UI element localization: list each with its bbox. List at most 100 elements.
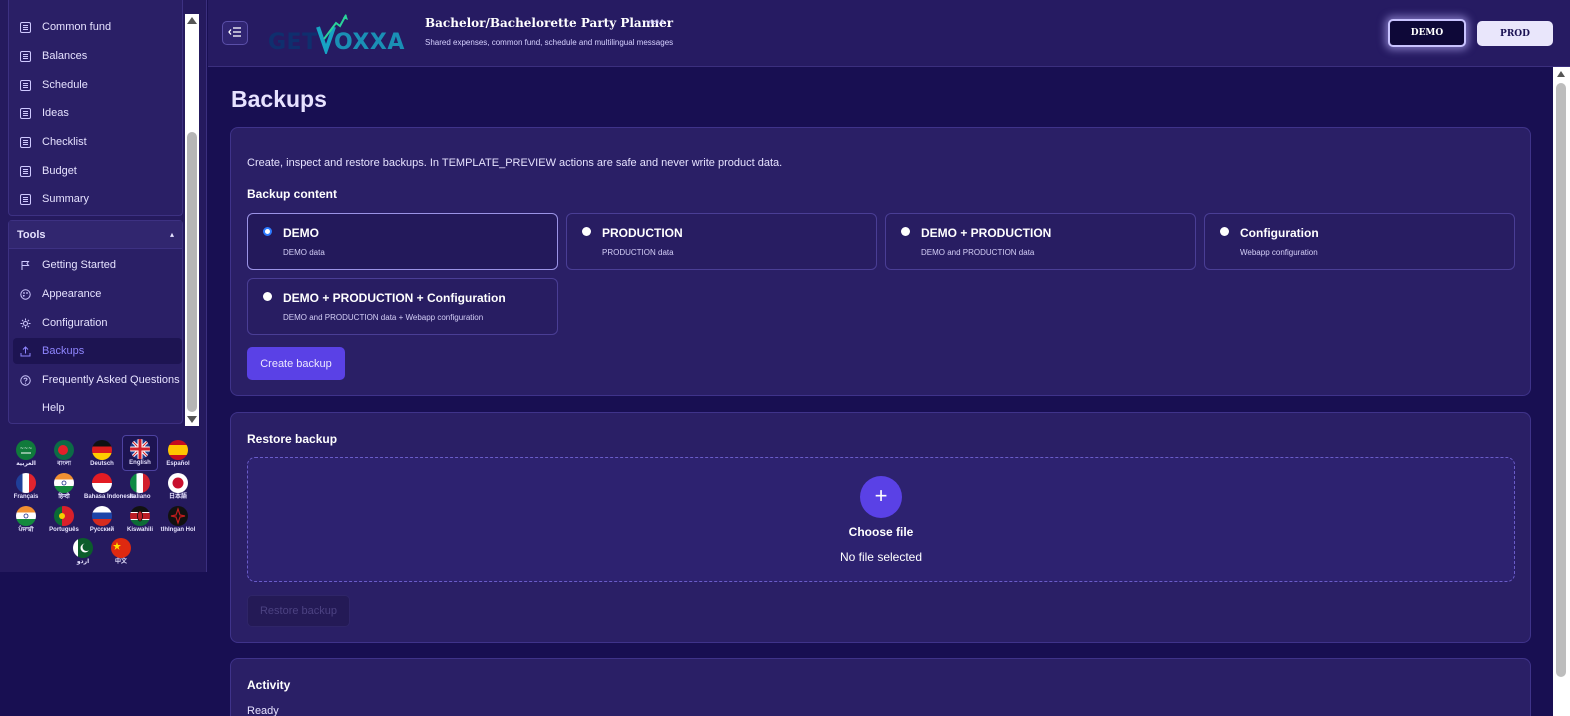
language-swahili[interactable]: Kiswahili [122,503,158,539]
main-scrollbar[interactable] [1553,67,1570,716]
flag-ke-icon [130,506,150,526]
flag-es-icon [168,440,188,460]
language-indonesian[interactable]: Bahasa Indonesia [84,470,135,506]
sidebar-item-getting-started[interactable]: Getting Started [13,252,182,278]
svg-text:GET: GET [268,30,318,54]
flag-pt-icon [54,506,74,526]
backup-option-production[interactable]: PRODUCTION PRODUCTION data [566,213,877,270]
list-icon [19,107,32,120]
file-dropzone[interactable]: + Choose file No file selected [247,457,1515,582]
sidebar-item-label: Appearance [42,288,102,300]
restore-heading: Restore backup [247,432,338,446]
collapse-sidebar-icon [228,24,242,42]
sidebar-item-common-fund[interactable]: Common fund [13,14,182,40]
sidebar-item-budget[interactable]: Budget [13,158,182,184]
choose-file-label[interactable]: Choose file [248,525,1514,539]
env-prod-button[interactable]: PROD [1477,21,1553,46]
sidebar-item-help[interactable]: Help [13,395,182,421]
getvoxxa-logo: GET OXXA [268,14,410,57]
backup-option-all[interactable]: DEMO + PRODUCTION + Configuration DEMO a… [247,278,558,335]
sidebar-nav: Common fund Balances Schedule Ideas Chec… [8,0,183,216]
language-klingon[interactable]: tlhIngan Hol [160,503,196,539]
language-hindi[interactable]: हिन्दी [46,470,82,506]
flag-klingon-icon [168,506,188,526]
backup-intro: Create, inspect and restore backups. In … [247,157,783,169]
list-icon [19,50,32,63]
palette-icon [19,288,32,301]
list-icon [19,193,32,206]
radio-icon[interactable] [901,227,910,236]
flag-in-icon [54,473,74,493]
radio-icon[interactable] [582,227,591,236]
activity-card: Activity Ready [230,658,1531,716]
flag-de-icon [92,440,112,460]
scroll-up-icon[interactable] [187,17,197,24]
activity-heading: Activity [247,678,291,692]
radio-icon[interactable] [263,292,272,301]
chevron-up-icon: ▴ [169,230,174,239]
flag-gb-icon [130,439,150,459]
upload-icon [19,345,32,358]
flag-id-icon [92,473,112,493]
list-icon [19,165,32,178]
env-demo-button[interactable]: DEMO [1388,19,1466,47]
app-subtitle: Shared expenses, common fund, schedule a… [425,38,674,47]
language-urdu[interactable]: اردو [65,535,101,571]
radio-icon[interactable] [1220,227,1229,236]
sidebar-item-label: Frequently Asked Questions [42,374,180,386]
tools-header[interactable]: Tools ▴ [9,221,182,249]
sidebar-item-checklist[interactable]: Checklist [13,129,182,155]
add-file-icon[interactable]: + [860,476,902,518]
flag-it-icon [130,473,150,493]
sidebar-item-faq[interactable]: Frequently Asked Questions [13,367,182,393]
language-bengali[interactable]: বাংলা [46,437,82,473]
list-icon [19,21,32,34]
sidebar-scrollbar[interactable] [185,14,199,426]
scrollbar-thumb[interactable] [187,132,197,412]
question-icon [19,374,32,387]
language-chinese[interactable]: 中文 [103,535,139,571]
language-german[interactable]: Deutsch [84,437,120,473]
sidebar-item-label: Configuration [42,317,108,329]
sidebar-item-backups[interactable]: Backups [13,338,182,364]
scroll-down-icon[interactable] [187,416,197,423]
sidebar-item-label: Common fund [42,21,112,33]
sidebar-item-schedule[interactable]: Schedule [13,72,182,98]
svg-text:~~~: ~~~ [20,446,33,452]
sidebar-item-label: Summary [42,193,90,205]
language-russian[interactable]: Русский [84,503,120,539]
sidebar-item-ideas[interactable]: Ideas [13,100,182,126]
radio-selected-icon[interactable] [263,227,272,236]
scroll-up-icon[interactable] [1557,71,1565,77]
language-punjabi[interactable]: ਪੰਜਾਬੀ [8,503,44,539]
sidebar-item-configuration[interactable]: Configuration [13,310,182,336]
backup-option-demo-production[interactable]: DEMO + PRODUCTION DEMO and PRODUCTION da… [885,213,1196,270]
language-french[interactable]: Français [8,470,44,506]
no-file-selected-text: No file selected [839,550,923,564]
sidebar-item-label: Ideas [42,107,69,119]
language-arabic[interactable]: ~~~ العربية [8,437,44,473]
sidebar-item-appearance[interactable]: Appearance [13,281,182,307]
language-italian[interactable]: Italiano [122,470,158,506]
sidebar-toggle-button[interactable] [222,21,248,45]
flag-bd-icon [54,440,74,460]
sidebar-item-balances[interactable]: Balances [13,43,182,69]
backup-content-heading: Backup content [247,187,338,201]
create-backup-button[interactable]: Create backup [247,347,345,380]
scrollbar-thumb[interactable] [1556,83,1566,677]
flag-outline-icon [19,259,32,272]
language-english[interactable]: English [122,435,158,471]
sidebar-item-label: Help [42,402,65,414]
sidebar-item-summary[interactable]: Summary [13,186,182,212]
backup-option-configuration[interactable]: Configuration Webapp configuration [1204,213,1515,270]
language-japanese[interactable]: 日本語 [160,470,196,506]
sidebar-item-label: Budget [42,165,77,177]
flag-in-icon [16,506,36,526]
flag-fr-icon [16,473,36,493]
list-icon [19,79,32,92]
language-spanish[interactable]: Español [160,437,196,473]
app-version: v0.0.0 [647,20,664,26]
language-portuguese[interactable]: Português [46,503,82,539]
backup-option-demo[interactable]: DEMO DEMO data [247,213,558,270]
sidebar-item-label: Getting Started [42,259,116,271]
